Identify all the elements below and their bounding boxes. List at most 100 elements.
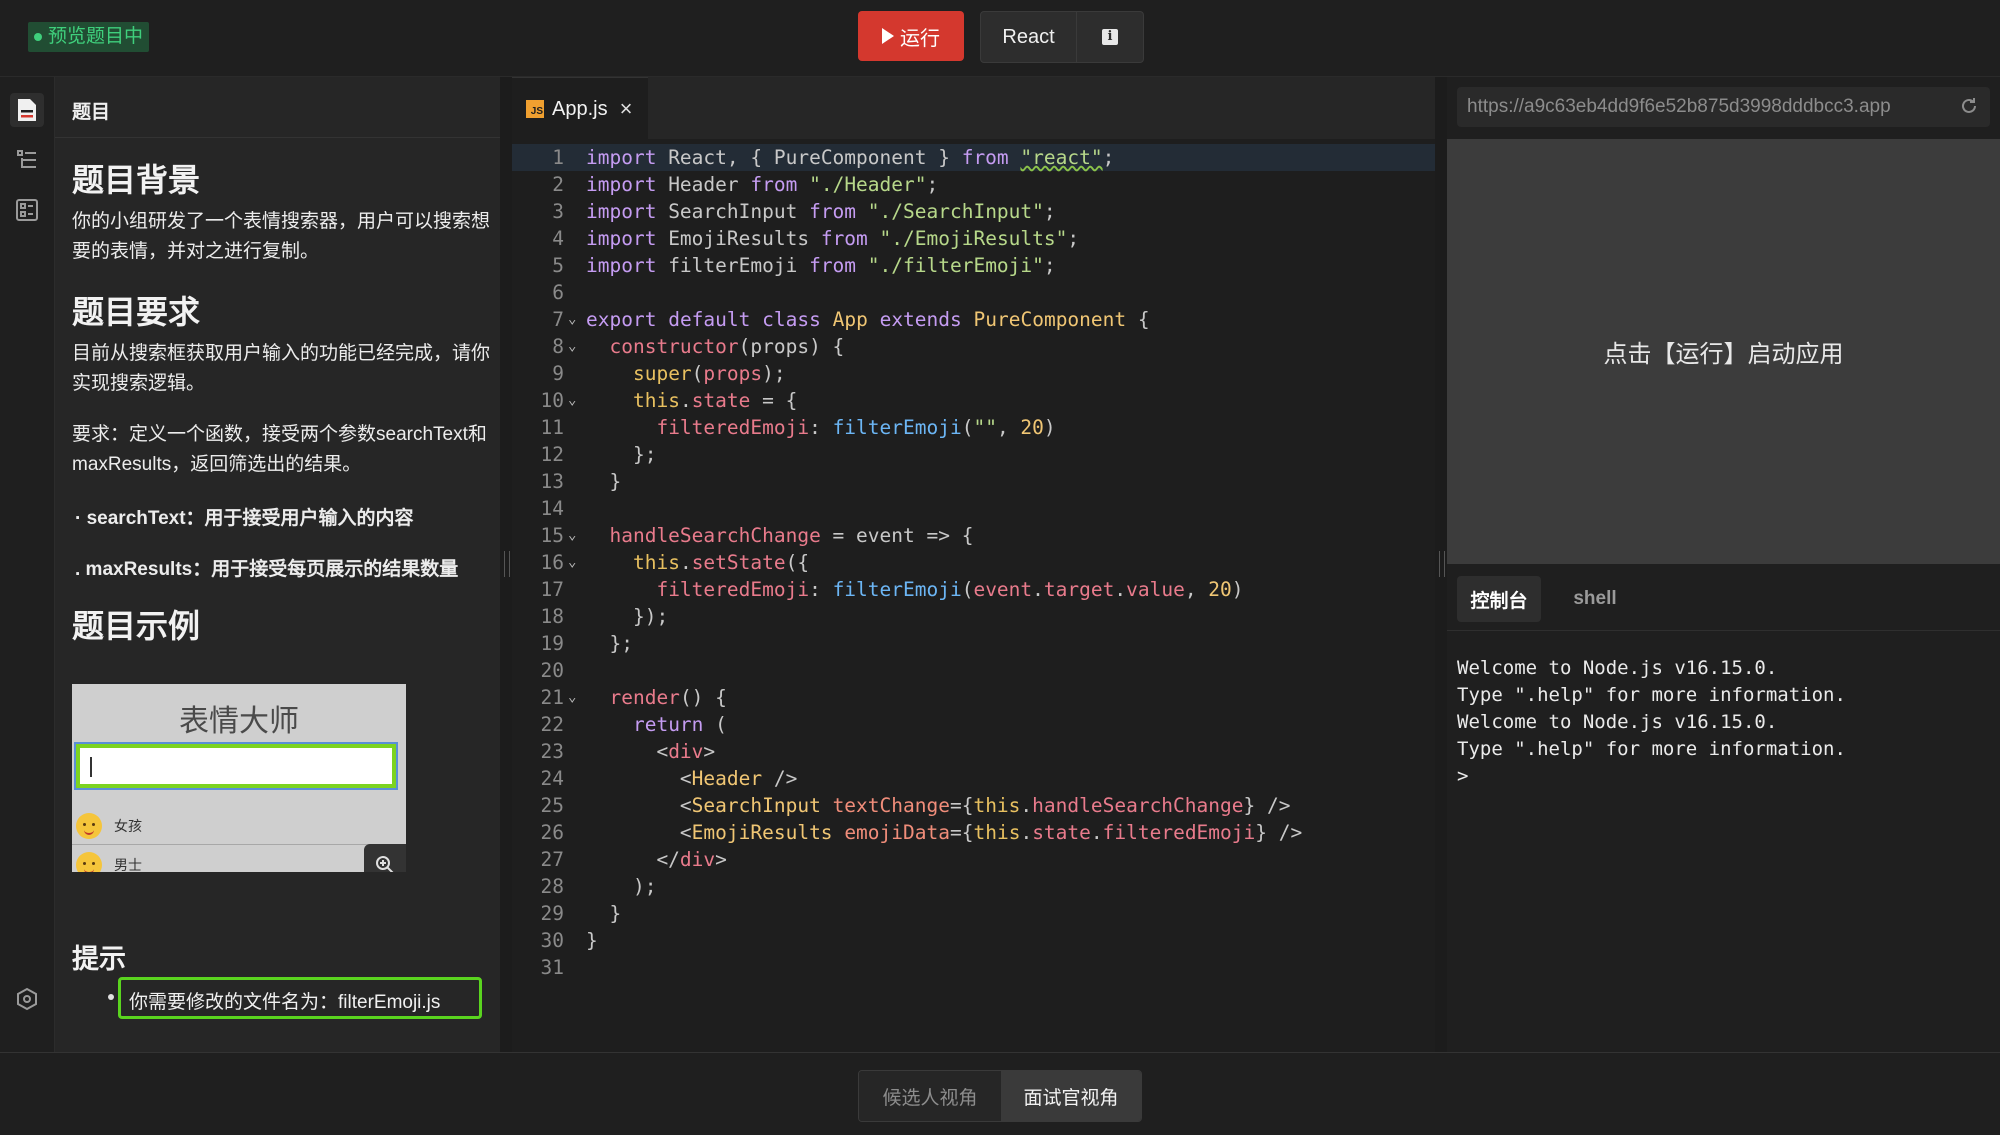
tab-app-js[interactable]: JS App.js × [512, 77, 649, 140]
requirements-detail: 要求：定义一个函数，接受两个参数searchText和maxResults，返回… [72, 424, 487, 475]
fold-chevron-icon[interactable]: ⌄ [568, 684, 576, 711]
run-button-label: 运行 [900, 27, 940, 50]
code-line: 11 filteredEmoji: filterEmoji("", 20) [540, 416, 1056, 439]
code-line: 28 ); [540, 875, 657, 898]
candidate-view-button[interactable]: 候选人视角 [859, 1071, 1001, 1121]
code-line: 22 return ( [540, 713, 727, 736]
problem-panel: 题目 题目背景 你的小组研发了一个表情搜索器，用户可以搜索想要的表情，并对之进行… [55, 77, 500, 1052]
code-area[interactable]: 1 import React, { PureComponent } from "r… [512, 144, 1435, 1044]
code-line: 31 [540, 956, 564, 979]
example-result-row: 男士 [72, 850, 406, 872]
url-text: https://a9c63eb4dd9f6e52b875d3998dddbcc3… [1467, 96, 1891, 117]
preview-panel: https://a9c63eb4dd9f6e52b875d3998dddbcc3… [1447, 77, 2000, 1052]
code-line: 20 [540, 659, 564, 682]
code-line: 19 }; [540, 632, 633, 655]
example-result-label: 男士 [114, 857, 142, 872]
fold-chevron-icon[interactable]: ⌄ [568, 522, 576, 549]
code-line: 14 [540, 497, 564, 520]
example-search-input [74, 742, 398, 790]
code-line: 16 ⌄ this.setState({ [540, 549, 810, 576]
info-button[interactable]: i [1077, 12, 1143, 62]
tab-console[interactable]: 控制台 [1457, 576, 1541, 622]
code-line: 29 } [540, 902, 622, 925]
document-icon[interactable] [10, 93, 44, 127]
example-image: 表情大师 女孩 男士 [72, 684, 406, 872]
code-line: 1 import React, { PureComponent } from "r… [512, 144, 1435, 171]
example-heading: 题目示例 [72, 608, 201, 644]
code-line: 23 <div> [540, 740, 716, 763]
code-line: 26 <EmojiResults emojiData={this.state.f… [540, 821, 1303, 844]
code-line: 5 import filterEmoji from "./filterEmoji"… [552, 254, 1056, 277]
code-line: 9 super(props); [552, 362, 786, 385]
requirements-text: 目前从搜索框获取用户输入的功能已经完成，请你实现搜索逻辑。 [72, 343, 491, 394]
play-icon [882, 28, 894, 44]
top-bar: 预览题目中 运行 React i [0, 0, 2000, 77]
info-icon: i [1102, 29, 1118, 45]
example-result-label: 女孩 [114, 818, 142, 834]
code-line: 12 }; [540, 443, 657, 466]
code-line: 24 <Header /> [540, 767, 798, 790]
code-line: 18 }); [540, 605, 669, 628]
code-line: 25 <SearchInput textChange={this.handleS… [540, 794, 1291, 817]
code-line: 17 filteredEmoji: filterEmoji(event.targ… [540, 578, 1244, 601]
checklist-icon[interactable] [10, 193, 44, 227]
code-line: 30} [540, 929, 598, 952]
preview-hint: 点击【运行】启动应用 [1603, 341, 1844, 368]
right-splitter[interactable] [1435, 77, 1447, 1052]
framework-button[interactable]: React [981, 12, 1077, 62]
hint-heading: 提示 [72, 944, 126, 974]
emoji-man-icon [76, 852, 102, 872]
fold-chevron-icon[interactable]: ⌄ [568, 549, 576, 576]
fold-chevron-icon[interactable]: ⌄ [568, 306, 576, 333]
console-output: Welcome to Node.js v16.15.0. Type ".help… [1457, 657, 1846, 787]
hint-bullet [108, 994, 114, 1000]
code-line: 10 ⌄ this.state = { [540, 387, 798, 414]
hint-text: 你需要修改的文件名为：filterEmoji.js [129, 992, 441, 1013]
fold-chevron-icon[interactable]: ⌄ [568, 333, 576, 360]
refresh-icon[interactable] [1960, 97, 1978, 120]
code-line: 2 import Header from "./Header"; [552, 173, 939, 196]
left-splitter[interactable] [500, 77, 512, 1052]
code-line: 21 ⌄ render() { [540, 684, 727, 711]
outline-icon[interactable] [10, 143, 44, 177]
url-bar[interactable]: https://a9c63eb4dd9f6e52b875d3998dddbcc3… [1457, 87, 1990, 127]
hint-box: 你需要修改的文件名为：filterEmoji.js [118, 977, 482, 1019]
example-result-row: 女孩 [72, 808, 406, 845]
app-preview-area: 点击【运行】启动应用 [1447, 139, 2000, 564]
code-line: 6 [552, 281, 564, 304]
close-icon[interactable]: × [620, 96, 633, 122]
console-tabs: 控制台 shell [1447, 564, 2000, 631]
background-heading: 题目背景 [72, 162, 201, 198]
editor-tab-bar: JS App.js × [512, 77, 1435, 140]
preview-badge-label: 预览题目中 [48, 26, 144, 47]
emoji-girl-icon [76, 813, 102, 839]
code-line: 3 import SearchInput from "./SearchInput"… [552, 200, 1056, 223]
run-button[interactable]: 运行 [858, 11, 964, 61]
background-text: 你的小组研发了一个表情搜索器，用户可以搜索想要的表情，并对之进行复制。 [72, 211, 491, 262]
problem-header: 题目 [55, 77, 500, 138]
problem-header-title: 题目 [72, 102, 111, 123]
code-line: 8 ⌄ constructor(props) { [552, 333, 845, 360]
view-toggle: 候选人视角 面试官视角 [858, 1070, 1142, 1122]
code-line: 7 ⌄ export default class App extends PureC… [552, 306, 1150, 333]
zoom-in-icon[interactable] [364, 844, 406, 872]
js-file-icon: JS [526, 100, 544, 118]
framework-group: React i [980, 11, 1144, 63]
requirements-heading: 题目要求 [72, 294, 201, 330]
bullet-searchtext: · searchText：用于接受用户输入的内容 [75, 508, 414, 529]
settings-hex-icon[interactable] [10, 982, 44, 1016]
interviewer-view-button[interactable]: 面试官视角 [1001, 1071, 1141, 1121]
tab-filename: App.js [552, 97, 608, 120]
icon-rail [0, 77, 55, 1052]
code-line: 4 import EmojiResults from "./EmojiResult… [552, 227, 1080, 250]
bottom-bar: 候选人视角 面试官视角 [0, 1052, 2000, 1135]
code-line: 13 } [540, 470, 622, 493]
tab-shell[interactable]: shell [1555, 576, 1635, 622]
fold-chevron-icon[interactable]: ⌄ [568, 387, 576, 414]
bullet-maxresults: . maxResults：用于接受每页展示的结果数量 [75, 559, 459, 580]
preview-status-badge: 预览题目中 [28, 22, 150, 52]
code-line: 27 </div> [540, 848, 727, 871]
code-line: 15 ⌄ handleSearchChange = event => { [540, 522, 974, 549]
example-app-title: 表情大师 [179, 705, 299, 738]
code-editor: JS App.js × 1 import React, { PureCompone… [512, 77, 1435, 1052]
